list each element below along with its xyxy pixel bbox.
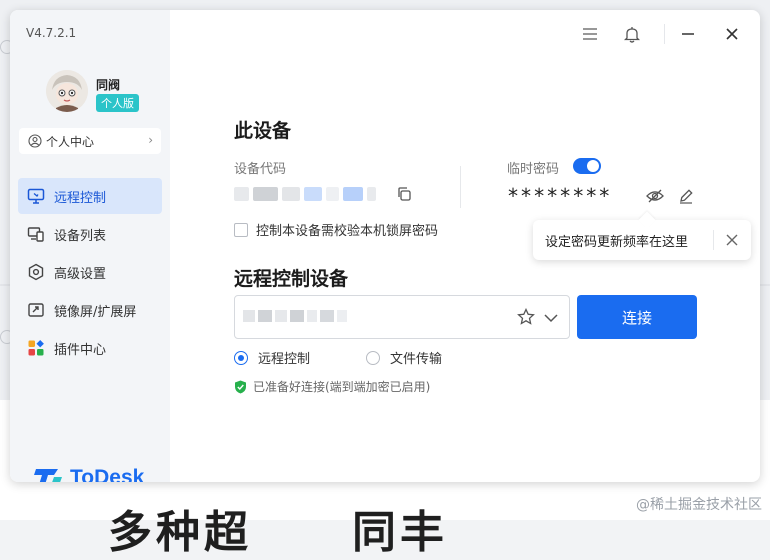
hexagon-settings-icon [26,262,46,282]
title-bar-controls [560,10,760,58]
sidebar-item-label: 镜像屏/扩展屏 [54,304,137,320]
personal-center-button[interactable]: 个人中心 › [19,128,161,154]
temp-password-toggle[interactable] [573,158,601,174]
remote-device-input-box [234,295,570,339]
sidebar-item-label: 设备列表 [54,228,107,244]
password-tooltip: 设定密码更新频率在这里 [533,220,751,260]
sidebar: V4.7.2.1 同阀 个人版 个人中心 › 远程控制 设备列表 高级设置 镜像… [10,10,170,482]
menu-icon[interactable] [580,24,600,44]
chevron-down-icon[interactable] [543,310,559,324]
shield-check-icon [234,380,247,394]
brand-logo: ToDesk [34,466,144,482]
close-button[interactable] [722,24,742,44]
monitor-icon [26,186,46,206]
sidebar-item-remote-control[interactable]: 远程控制 [18,178,162,214]
chevron-right-icon: › [148,133,153,147]
this-device-title: 此设备 [234,120,292,142]
app-version: V4.7.2.1 [26,26,77,40]
star-icon[interactable] [517,307,535,326]
sidebar-nav: 远程控制 设备列表 高级设置 镜像屏/扩展屏 插件中心 [18,178,162,368]
device-code-redacted [234,181,380,207]
section-separator [460,166,461,208]
watermark: @稀土掘金技术社区 [636,497,762,513]
remote-control-radio[interactable] [234,350,248,365]
devices-icon [26,224,46,244]
connection-status-text: 已准备好连接(端到端加密已启用) [253,380,431,394]
connect-button[interactable]: 连接 [577,295,697,339]
avatar[interactable] [46,70,88,112]
title-bar-separator [664,24,665,44]
todesk-logo-icon [34,469,62,482]
connection-status: 已准备好连接(端到端加密已启用) [234,378,430,395]
sidebar-item-advanced-settings[interactable]: 高级设置 [18,254,162,290]
screen-share-icon [26,300,46,320]
username: 同阀 [96,78,121,92]
sidebar-item-device-list[interactable]: 设备列表 [18,216,162,252]
brand-name: ToDesk [70,466,145,482]
copy-icon[interactable] [396,186,412,202]
edit-pencil-icon[interactable] [678,188,694,204]
temp-password-label: 临时密码 [507,162,560,177]
sidebar-item-plugin-center[interactable]: 插件中心 [18,330,162,366]
file-transfer-radio-label[interactable]: 文件传输 [390,348,442,367]
sidebar-item-label: 插件中心 [54,342,107,358]
minimize-button[interactable] [678,24,698,44]
lock-screen-checkbox[interactable] [234,222,248,237]
remote-control-radio-label[interactable]: 远程控制 [258,348,310,367]
remote-code-redacted [243,310,347,322]
temp-password-value: ******** [507,184,612,208]
device-code-label: 设备代码 [234,162,287,177]
remote-control-title: 远程控制设备 [234,268,349,290]
background-headline: 多种超 同丰 [108,507,448,558]
lock-screen-check-option[interactable]: 控制本设备需校验本机锁屏密码 [234,220,438,239]
connection-mode-options: 远程控制 文件传输 [234,348,498,367]
plugins-icon [26,338,46,358]
sidebar-item-mirror-screen[interactable]: 镜像屏/扩展屏 [18,292,162,328]
close-icon[interactable] [723,231,741,249]
tooltip-separator [713,230,714,250]
edition-badge: 个人版 [96,94,139,112]
sidebar-item-label: 高级设置 [54,266,107,282]
todesk-window: V4.7.2.1 同阀 个人版 个人中心 › 远程控制 设备列表 高级设置 镜像… [10,10,760,482]
user-icon [28,134,42,148]
lock-screen-checkbox-label: 控制本设备需校验本机锁屏密码 [256,224,439,239]
tooltip-text: 设定密码更新频率在这里 [545,235,689,250]
sidebar-item-label: 远程控制 [54,190,107,206]
personal-center-label: 个人中心 [46,134,95,149]
file-transfer-radio[interactable] [366,350,381,365]
bell-icon[interactable] [622,24,642,44]
eye-slash-icon[interactable] [646,188,664,204]
